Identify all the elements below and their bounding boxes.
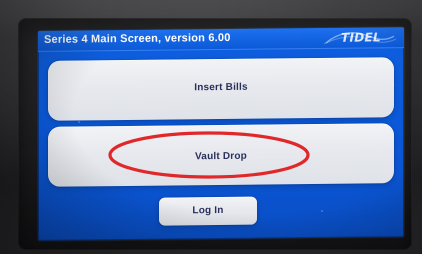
- brand-logo: TIDEL: [323, 30, 397, 45]
- vault-drop-label: Vault Drop: [194, 150, 248, 163]
- touch-screen: Series 4 Main Screen, version 6.00 TIDEL…: [37, 27, 405, 241]
- insert-bills-label: Insert Bills: [194, 81, 248, 94]
- insert-bills-button[interactable]: Insert Bills: [47, 57, 395, 121]
- photo-frame: Series 4 Main Screen, version 6.00 TIDEL…: [0, 0, 422, 254]
- log-in-label: Log In: [192, 204, 224, 217]
- brand-logo-text: TIDEL: [341, 30, 381, 44]
- log-in-button[interactable]: Log In: [158, 196, 258, 226]
- screen-title: Series 4 Main Screen, version 6.00: [43, 31, 231, 46]
- vault-drop-button[interactable]: Vault Drop: [47, 123, 395, 187]
- screen-header: Series 4 Main Screen, version 6.00 TIDEL: [37, 27, 405, 52]
